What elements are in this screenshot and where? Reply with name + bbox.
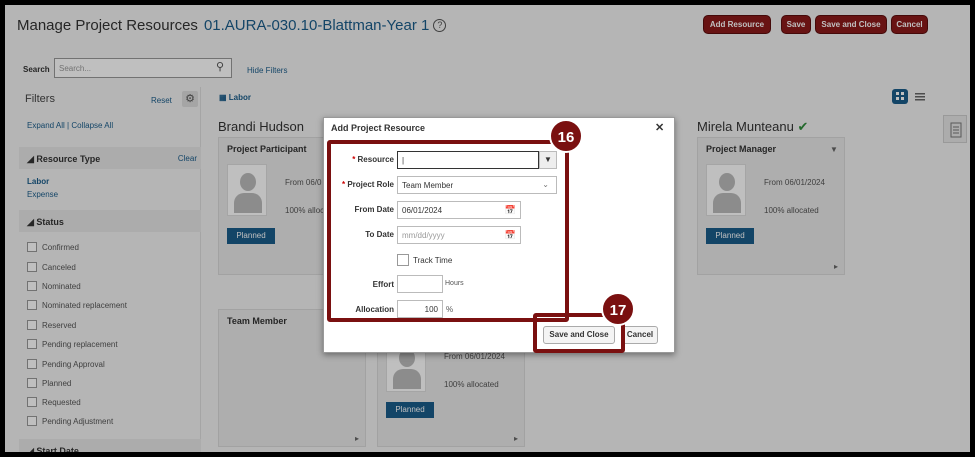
- app: Manage Project Resources 01.AURA-030.10-B…: [5, 5, 970, 452]
- callout-highlight-fields: [327, 140, 569, 322]
- screenshot-frame: Manage Project Resources 01.AURA-030.10-B…: [3, 3, 972, 454]
- dialog-title: Add Project Resource: [331, 123, 426, 133]
- dialog-cancel-button[interactable]: Cancel: [622, 326, 658, 344]
- callout-badge-17: 17: [601, 292, 635, 326]
- close-icon[interactable]: ✕: [655, 121, 664, 134]
- callout-badge-16: 16: [549, 119, 583, 153]
